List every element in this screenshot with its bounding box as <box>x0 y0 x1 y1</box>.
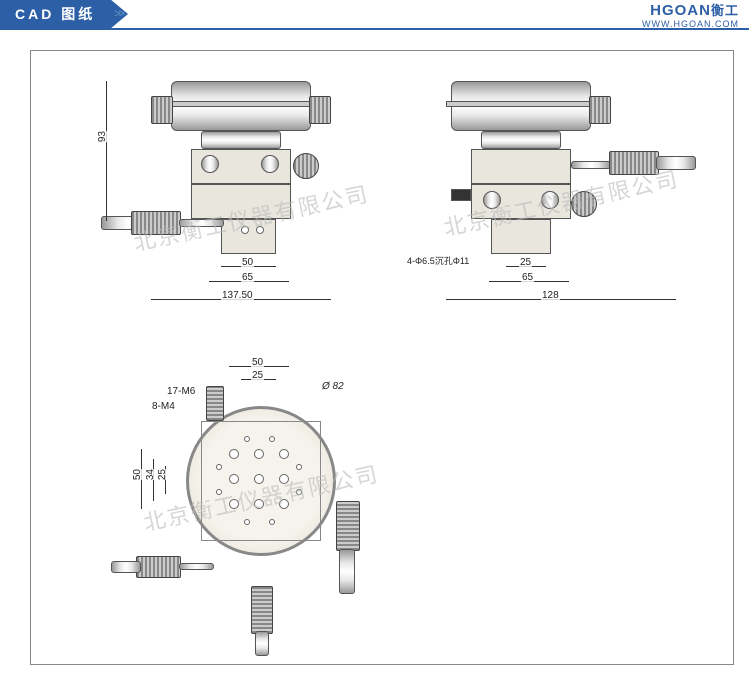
mounting-hole <box>256 226 264 234</box>
micrometer-barrel <box>339 549 355 594</box>
dim-inner: 25 <box>519 257 532 268</box>
side-knob-left <box>151 96 173 124</box>
dim-inner-y: 25 <box>156 469 169 480</box>
dim-inner-width: 50 <box>241 257 254 268</box>
dim-height: 93 <box>96 131 109 142</box>
view-front: 93 50 65 137.50 <box>91 71 351 331</box>
micrometer-thimble <box>136 556 181 578</box>
base-block <box>491 219 551 254</box>
dim-base-width: 65 <box>241 272 254 283</box>
page-title: CAD 图纸 <box>0 0 110 28</box>
bolt-head <box>261 155 279 173</box>
callout-m4: 8-M4 <box>151 401 176 412</box>
chevron-right-icon: >> <box>110 0 140 29</box>
upper-stage <box>471 149 571 184</box>
vertical-knob <box>206 386 224 421</box>
micrometer-barrel <box>255 631 269 656</box>
dim-inner-x: 25 <box>251 370 264 381</box>
dim-total-width: 137.50 <box>221 290 254 301</box>
bolt-head <box>541 191 559 209</box>
disc-scale-band <box>166 101 316 107</box>
bolt-head <box>483 191 501 209</box>
header-left: CAD 图纸 >> <box>0 0 140 28</box>
header-bar: CAD 图纸 >> HGOAN衡工 WWW.HGOAN.COM <box>0 0 749 30</box>
lock-knob <box>293 153 319 179</box>
diameter: Ø 82 <box>321 381 345 392</box>
micrometer-thimble <box>251 586 273 634</box>
clamp <box>451 189 471 201</box>
brand-logo: HGOAN衡工 <box>642 0 739 19</box>
dim-outer-x: 50 <box>251 357 264 368</box>
disc-neck <box>201 131 281 149</box>
bolt-head <box>201 155 219 173</box>
drawing-canvas: 93 50 65 137.50 4-Φ6.5沉孔Φ11 25 65 128 <box>30 50 734 665</box>
lower-stage <box>191 184 291 219</box>
micrometer-thimble <box>336 501 360 551</box>
micrometer-barrel <box>111 561 141 573</box>
base-block <box>221 219 276 254</box>
micrometer-spindle <box>571 161 611 169</box>
dim-total: 128 <box>541 290 560 301</box>
mounting-hole <box>241 226 249 234</box>
knob <box>589 96 611 124</box>
disc-neck <box>481 131 561 149</box>
brand-url: WWW.HGOAN.COM <box>642 19 739 29</box>
dim-outer-y: 50 <box>131 469 144 480</box>
micrometer-thimble <box>131 211 181 235</box>
stage-outline <box>201 421 321 541</box>
brand-block: HGOAN衡工 WWW.HGOAN.COM <box>642 0 739 29</box>
side-knob <box>309 96 331 124</box>
view-side: 4-Φ6.5沉孔Φ11 25 65 128 <box>391 71 691 331</box>
view-top: 17-M6 8-M4 Ø 82 50 25 50 34 25 <box>111 351 411 651</box>
micrometer-spindle <box>179 563 214 570</box>
callout-m6: 17-M6 <box>166 386 196 397</box>
dim-base: 65 <box>521 272 534 283</box>
dim-line <box>446 299 676 300</box>
disc-scale-band <box>446 101 596 107</box>
micrometer-barrel <box>656 156 696 170</box>
micrometer-spindle <box>179 219 224 227</box>
hole-callout: 4-Φ6.5沉孔Φ11 <box>406 254 470 267</box>
dim-line <box>106 81 107 221</box>
micrometer-thimble <box>609 151 659 175</box>
lock-knob <box>571 191 597 217</box>
